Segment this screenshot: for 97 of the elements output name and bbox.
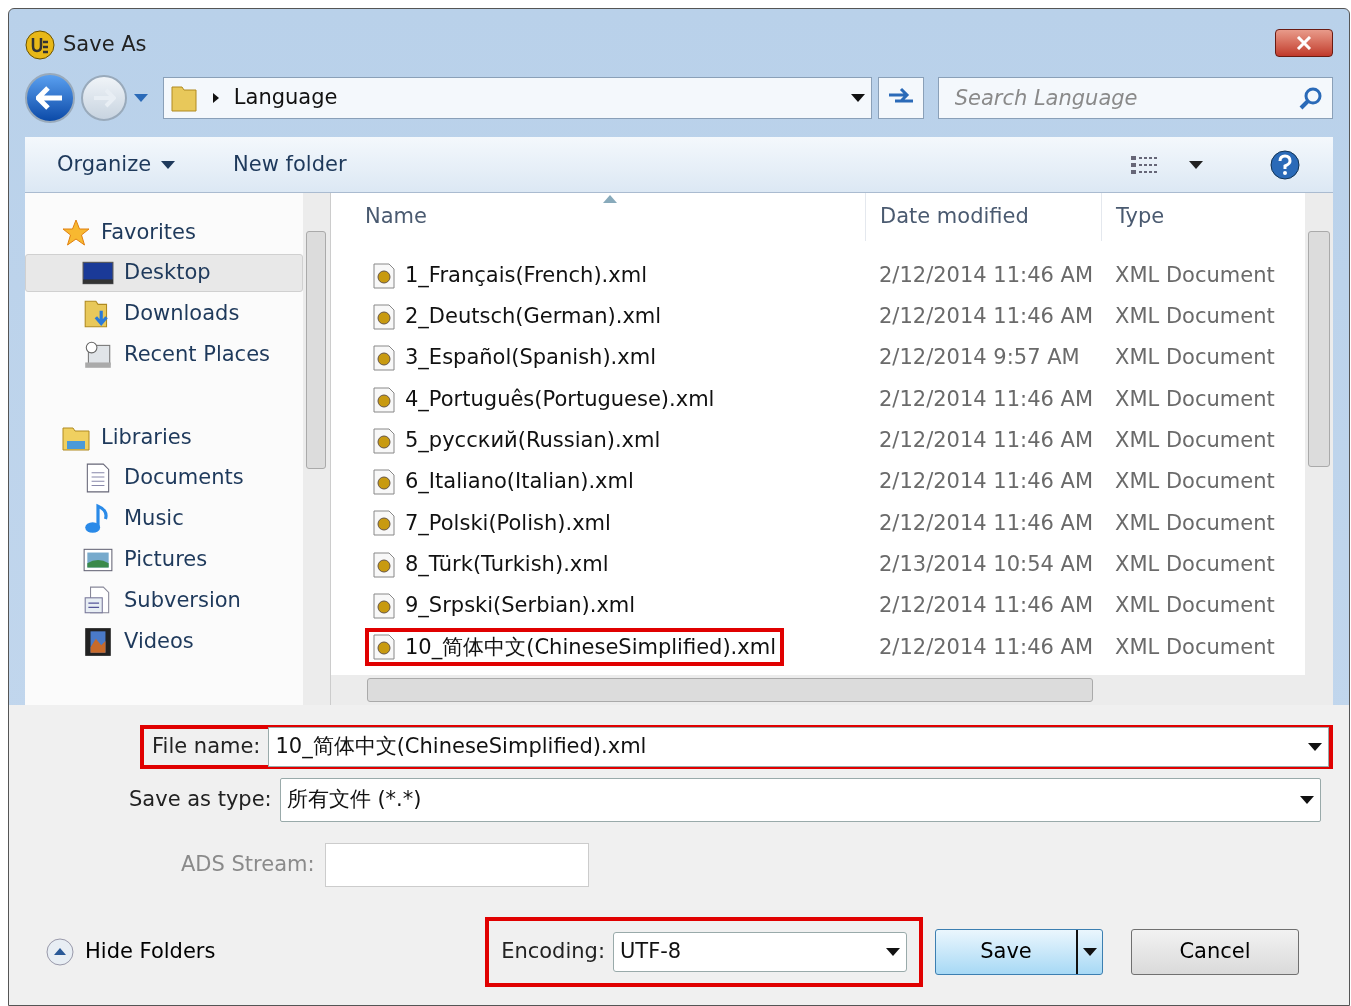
dropdown-field[interactable]: 所有文件 (*.*) [279,778,1321,822]
date-cell-text: 2/12/2014 11:46 AM [878,468,1095,496]
type-cell-text: XML Document [1114,344,1276,372]
film-strip-icon [82,626,114,658]
file-name-cell[interactable]: 3_Español(Spanish).xml [365,339,664,378]
dropdown-icon [886,948,900,956]
xml-file-icon [373,551,395,578]
chevron-icon [211,92,220,104]
nav-item[interactable]: Recent Places [25,336,303,374]
nav-item[interactable]: Subversion [25,582,303,620]
forward-button[interactable] [80,75,127,121]
file-name-cell[interactable]: 5_русский(Russian).xml [365,421,669,460]
xml-file-icon [373,593,395,619]
dropdown-icon[interactable] [1189,160,1203,169]
file-name-cell[interactable]: 6_Italiano(Italian).xml [365,463,642,502]
file-name-cell[interactable]: 10_简体中文(ChineseSimplified).xml [365,628,784,667]
cancel-button[interactable]: Cancel [1131,929,1299,975]
xml-file-icon [373,634,395,661]
recent-places-icon [82,339,114,371]
address-bar[interactable]: Language [162,77,872,119]
nav-group[interactable]: Libraries [25,420,303,456]
file-name-cell[interactable]: 4_Português(Portuguese).xml [365,380,723,419]
dropdown-icon [161,160,176,169]
nav-group[interactable]: Favorites [25,215,303,251]
close-icon [1296,36,1312,50]
file-name-cell[interactable]: 1_Français(French).xml [365,256,655,295]
type-cell-text: XML Document [1114,385,1276,413]
date-cell-text: 2/12/2014 11:46 AM [878,633,1095,661]
nav-item[interactable]: Music [25,500,303,538]
scrollbar-thumb[interactable] [1308,231,1330,467]
column-header[interactable]: Date modified [865,193,1101,241]
hide-folders-button[interactable]: Hide Folders [45,936,216,968]
xml-file-icon [373,345,395,372]
date-cell-text: 2/12/2014 11:46 AM [878,303,1095,331]
date-cell-text: 2/13/2014 10:54 AM [878,550,1095,578]
file-name-cell[interactable]: 8_Türk(Turkish).xml [365,545,617,584]
window-title: Save As [63,31,148,59]
dropdown-icon[interactable] [850,94,865,102]
toolbar-button[interactable]: Organize [57,148,176,181]
close-button[interactable] [1275,29,1333,57]
folder-icon [169,83,198,113]
sort-arrow-icon [603,195,617,203]
date-cell-text: 2/12/2014 11:46 AM [878,427,1095,455]
dropdown-icon [1083,948,1097,956]
search-field[interactable]: Search Language [937,77,1333,119]
back-arrow-icon [35,86,64,110]
xml-file-icon [373,262,395,289]
dropdown-field[interactable]: 10_简体中文(ChineseSimplified).xml [268,727,1329,767]
save-button[interactable]: Save [935,929,1103,975]
date-cell-text: 2/12/2014 11:46 AM [878,592,1095,620]
nav-item[interactable]: Pictures [25,541,303,579]
type-cell-text: XML Document [1114,550,1276,578]
scrollbar-thumb[interactable] [306,231,326,469]
nav-item[interactable]: Documents [25,459,303,497]
xml-file-icon [373,510,395,537]
date-cell-text: 2/12/2014 9:57 AM [878,344,1081,372]
app-icon [25,30,55,60]
file-name-cell[interactable]: 7_Polski(Polish).xml [365,504,619,543]
type-cell-text: XML Document [1114,261,1276,289]
nav-item[interactable]: Videos [25,623,303,661]
star-icon [61,218,91,248]
date-cell-text: 2/12/2014 11:46 AM [878,509,1095,537]
type-cell-text: XML Document [1114,303,1276,331]
toolbar-button[interactable]: New folder [233,148,347,181]
field-label: File name: [152,733,262,761]
xml-file-icon [373,469,395,496]
date-cell-text: 2/12/2014 11:46 AM [878,261,1095,289]
type-cell-text: XML Document [1114,468,1276,496]
vertical-scrollbar[interactable] [1305,193,1333,675]
search-icon [1299,86,1323,110]
file-name-cell[interactable]: 9_Srpski(Serbian).xml [365,587,644,625]
horizontal-scrollbar[interactable] [331,675,1333,705]
path-segment[interactable]: Language [233,82,338,114]
nav-item[interactable]: Downloads [25,295,303,333]
column-header[interactable]: Name [331,193,865,241]
field-label: ADS Stream: [181,851,316,879]
refresh-button[interactable] [877,77,924,119]
field-label: Save as type: [129,786,273,814]
help-icon[interactable] [1269,148,1301,181]
xml-file-icon [373,386,395,413]
dropdown-icon [1300,796,1314,804]
back-button[interactable] [25,73,75,123]
nav-item[interactable]: Desktop [25,254,303,292]
scrollbar-thumb[interactable] [367,678,1093,702]
dropdown-icon [1308,743,1322,751]
file-name-cell[interactable]: 2_Deutsch(German).xml [365,297,670,336]
type-cell-text: XML Document [1114,509,1276,537]
xml-file-icon [373,303,395,330]
dropdown-field[interactable]: UTF-8 [613,932,907,972]
field-label: Encoding: [501,938,606,966]
type-cell-text: XML Document [1114,633,1276,661]
vertical-scrollbar[interactable] [303,193,331,705]
type-cell-text: XML Document [1114,427,1276,455]
type-cell-text: XML Document [1114,592,1276,620]
date-cell-text: 2/12/2014 11:46 AM [878,385,1095,413]
xml-file-icon [373,427,395,454]
chevron-up-icon [45,937,75,967]
